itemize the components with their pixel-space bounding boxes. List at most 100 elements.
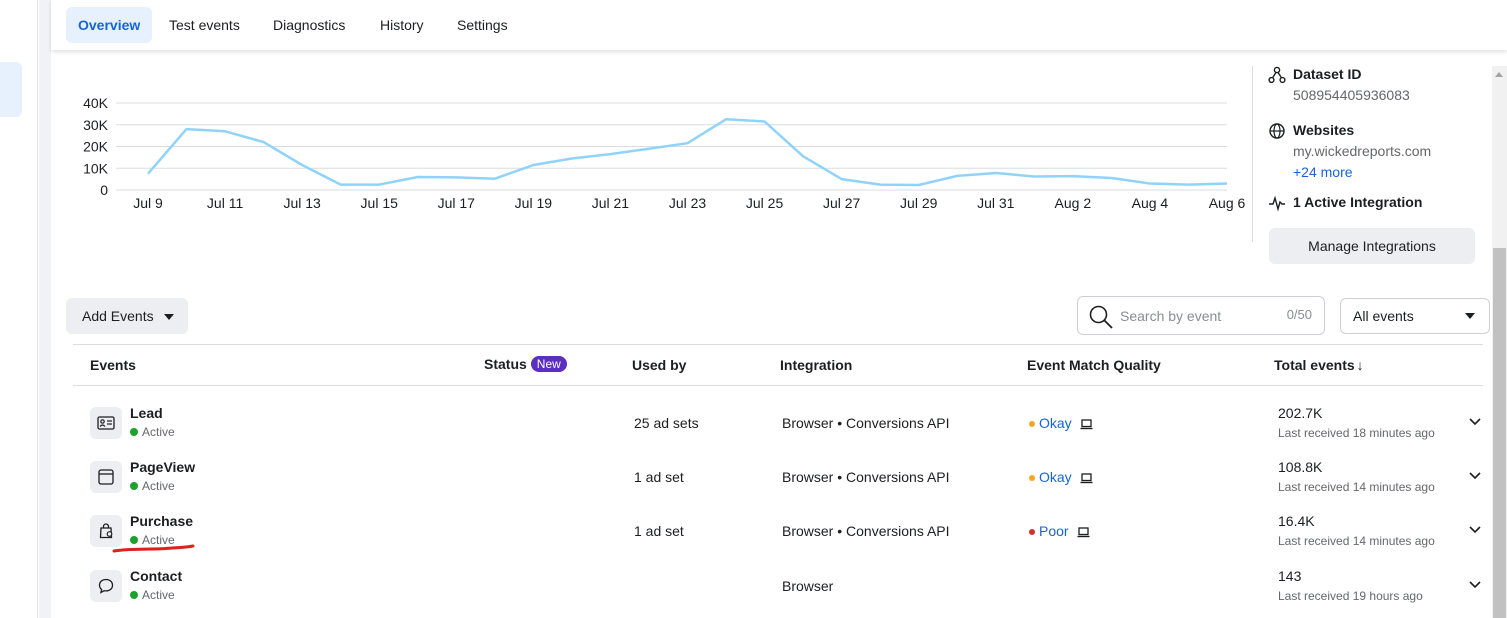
more-websites-link[interactable]: +24 more [1293, 164, 1431, 180]
quality-dot-icon [1029, 421, 1035, 427]
event-status-label: Active [142, 425, 175, 439]
event-filter-select[interactable]: All events [1340, 298, 1490, 334]
website-value: my.wickedreports.com [1293, 143, 1432, 159]
chevron-down-icon[interactable] [1469, 581, 1481, 589]
table-row[interactable]: Lead Active 25 ad sets Browser • Convers… [73, 402, 1483, 456]
left-nav-selected-item[interactable] [0, 62, 22, 117]
events-series-line[interactable] [147, 118, 1228, 187]
caret-down-icon [163, 314, 174, 321]
event-match-quality-label[interactable]: Okay [1039, 469, 1072, 485]
x-tick-label: Jul 27 [823, 195, 861, 211]
header-integration: Integration [780, 357, 853, 373]
y-tick-label: 30K [83, 117, 109, 133]
manage-integrations-button[interactable]: Manage Integrations [1269, 228, 1475, 264]
last-received: Last received 19 hours ago [1278, 589, 1423, 603]
dataset-nodes-icon [1268, 66, 1286, 84]
x-tick-label: Jul 15 [361, 195, 399, 211]
add-events-button[interactable]: Add Events [66, 298, 188, 334]
event-name[interactable]: Lead [130, 405, 163, 421]
red-underline-annotation [112, 544, 195, 553]
header-status: Status New [484, 356, 567, 372]
event-match-quality-label[interactable]: Okay [1039, 415, 1072, 431]
scrollbar-thumb[interactable] [1493, 248, 1506, 618]
integration-value: Browser [782, 578, 834, 594]
table-row[interactable]: Contact Active Browser 143 Last received… [73, 565, 1483, 618]
header-total-events-label: Total events [1274, 357, 1355, 373]
status-dot-icon [130, 428, 138, 436]
x-tick-label: Jul 9 [133, 195, 163, 211]
last-received: Last received 14 minutes ago [1278, 534, 1435, 548]
tab-overview[interactable]: Overview [66, 7, 153, 43]
search-count: 0/50 [1286, 307, 1312, 322]
x-tick-label: Aug 2 [1055, 195, 1092, 211]
event-match-quality[interactable]: Poor [1029, 523, 1090, 539]
left-nav-rail [0, 0, 38, 618]
quality-dot-icon [1029, 475, 1035, 481]
header-used-by: Used by [632, 357, 687, 373]
last-received: Last received 18 minutes ago [1278, 426, 1435, 440]
table-row[interactable]: PageView Active 1 ad set Browser • Conve… [73, 456, 1483, 510]
dataset-id-value: 508954405936083 [1293, 87, 1410, 103]
tab-history[interactable]: History [368, 7, 436, 43]
used-by-value[interactable]: 1 ad set [634, 469, 684, 485]
chevron-down-icon[interactable] [1469, 472, 1481, 480]
tab-settings[interactable]: Settings [445, 7, 520, 43]
event-match-quality[interactable]: Okay [1029, 469, 1093, 485]
event-match-quality[interactable]: Okay [1029, 415, 1093, 431]
shopping-bag-icon [90, 515, 122, 547]
integration-value: Browser • Conversions API [782, 415, 950, 431]
event-match-quality-label[interactable]: Poor [1039, 523, 1069, 539]
x-tick-label: Aug 6 [1209, 195, 1246, 211]
active-integration-label: 1 Active Integration [1293, 194, 1423, 210]
header-status-label: Status [484, 356, 527, 372]
sort-arrow-icon[interactable]: ↓ [1357, 357, 1364, 373]
scroll-up-arrow-icon[interactable] [1495, 72, 1503, 77]
y-tick-label: 40K [83, 95, 109, 111]
event-status: Active [130, 425, 175, 439]
x-tick-label: Aug 4 [1132, 195, 1169, 211]
chevron-down-icon[interactable] [1469, 526, 1481, 534]
last-received: Last received 14 minutes ago [1278, 480, 1435, 494]
laptop-icon [1080, 419, 1093, 430]
contact-card-icon [90, 407, 122, 439]
x-tick-label: Jul 13 [283, 195, 321, 211]
search-input[interactable] [1120, 305, 1270, 327]
chevron-down-icon[interactable] [1469, 418, 1481, 426]
event-status: Active [130, 479, 175, 493]
total-events-value: 16.4K [1278, 513, 1315, 529]
event-filter-value: All events [1353, 308, 1414, 324]
browser-window-icon [90, 461, 122, 493]
tab-diagnostics[interactable]: Diagnostics [261, 7, 357, 43]
used-by-value[interactable]: 1 ad set [634, 523, 684, 539]
tab-test-events[interactable]: Test events [157, 7, 252, 43]
x-tick-label: Jul 17 [438, 195, 476, 211]
event-name[interactable]: Contact [130, 568, 182, 584]
chat-bubble-icon [90, 570, 122, 602]
used-by-value[interactable]: 25 ad sets [634, 415, 699, 431]
status-dot-icon [130, 591, 138, 599]
header-total-events[interactable]: Total events ↓ [1274, 357, 1364, 373]
event-status-label: Active [142, 479, 175, 493]
event-name[interactable]: Purchase [130, 513, 193, 529]
total-events-value: 108.8K [1278, 459, 1323, 475]
x-tick-label: Jul 29 [900, 195, 938, 211]
new-badge: New [530, 356, 567, 372]
page-gutter [39, 0, 51, 618]
event-name[interactable]: PageView [130, 459, 195, 475]
status-dot-icon [130, 482, 138, 490]
x-tick-label: Jul 21 [592, 195, 630, 211]
header-event-match-quality: Event Match Quality [1027, 357, 1161, 373]
event-search-box[interactable]: 0/50 [1077, 296, 1325, 335]
laptop-icon [1077, 527, 1090, 538]
websites-label: Websites [1293, 122, 1355, 138]
events-table-header: Events Status New Used by Integration Eve… [73, 344, 1483, 386]
search-icon [1089, 305, 1113, 329]
table-row[interactable]: Purchase Active 1 ad set Browser • Conve… [73, 510, 1483, 564]
add-events-label: Add Events [82, 308, 154, 324]
tab-bar: Overview Test events Diagnostics History… [51, 0, 1507, 50]
header-events: Events [90, 357, 136, 373]
x-tick-label: Jul 23 [669, 195, 707, 211]
activity-pulse-icon [1269, 195, 1285, 212]
dataset-id-label: Dataset ID [1293, 66, 1362, 82]
page-scrollbar[interactable] [1492, 66, 1507, 618]
